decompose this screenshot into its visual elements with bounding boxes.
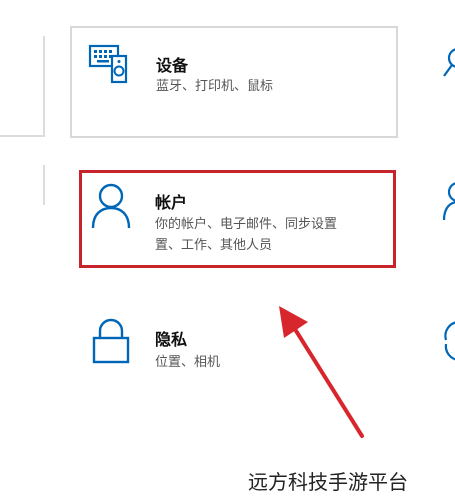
annotation-arrow bbox=[279, 306, 364, 438]
watermark-text: 远方科技手游平台 bbox=[248, 470, 408, 494]
